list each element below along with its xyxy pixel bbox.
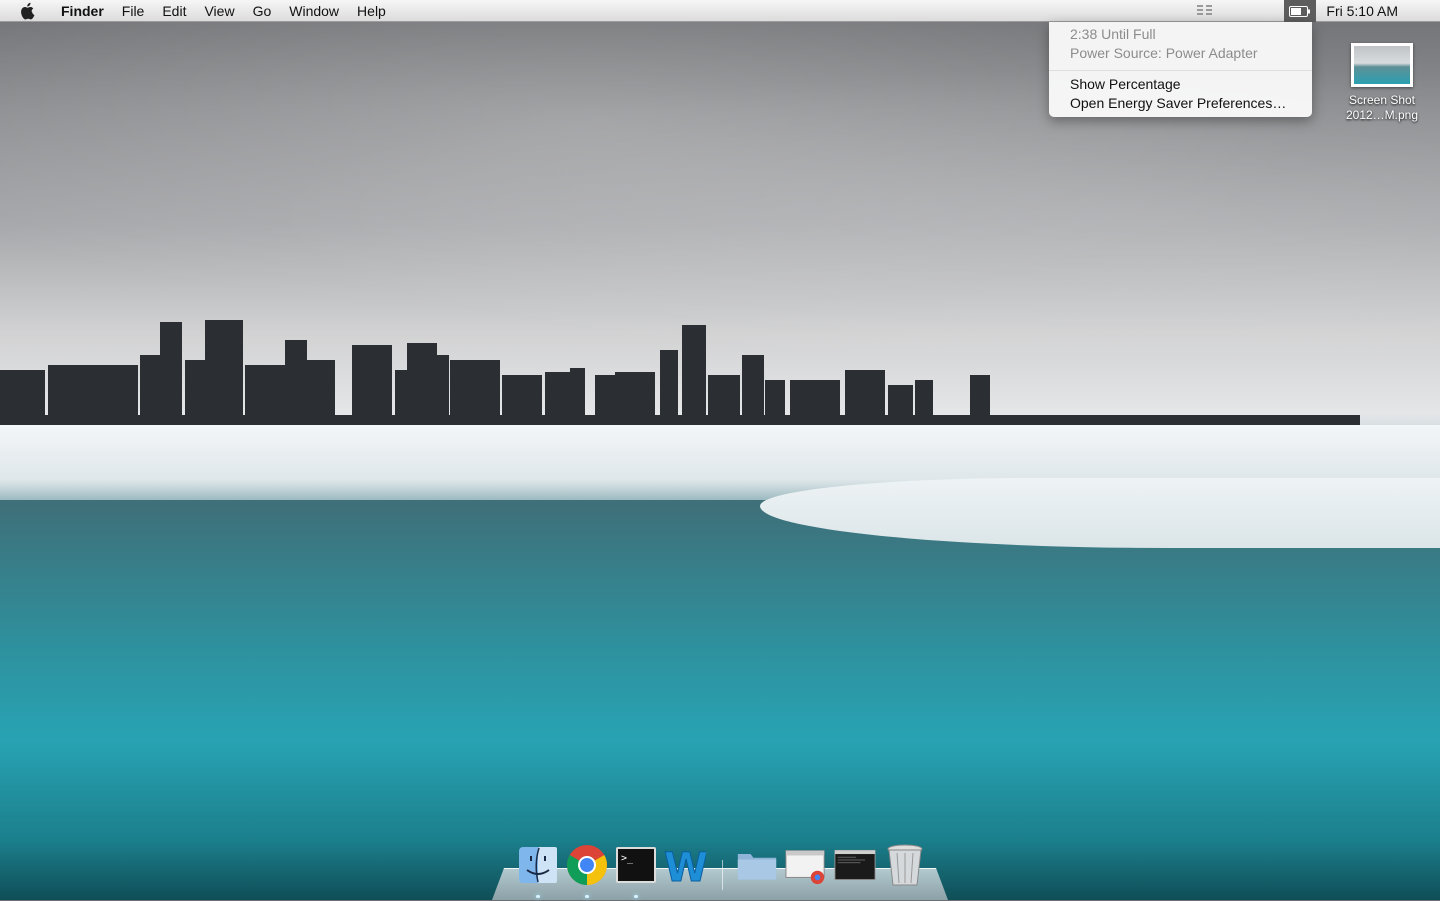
menu-extra-icon[interactable] bbox=[1196, 3, 1214, 19]
desktop-file-label-line2: 2012…M.png bbox=[1345, 108, 1419, 122]
desktop-wallpaper bbox=[0, 0, 1440, 900]
dock: >_ W bbox=[492, 838, 948, 900]
dock-separator bbox=[722, 860, 723, 890]
svg-text:>_: >_ bbox=[621, 853, 634, 864]
dock-shelf bbox=[492, 868, 948, 900]
menu-window[interactable]: Window bbox=[280, 0, 348, 22]
dock-running-indicator bbox=[585, 895, 589, 898]
menu-item-open-energy-saver[interactable]: Open Energy Saver Preferences… bbox=[1070, 95, 1286, 111]
desktop-file-label: Screen Shot 2012…M.png bbox=[1334, 93, 1430, 123]
battery-menu-icon[interactable] bbox=[1284, 0, 1317, 22]
wallpaper-skyline bbox=[0, 320, 1360, 430]
menu-view[interactable]: View bbox=[195, 0, 243, 22]
battery-dropdown-menu: 2:38 Until Full Power Source: Power Adap… bbox=[1049, 22, 1312, 117]
terminal-icon[interactable]: >_ bbox=[615, 844, 657, 886]
folder-stack-icon[interactable] bbox=[736, 844, 778, 886]
image-file-thumbnail-icon bbox=[1351, 43, 1413, 87]
word-icon[interactable]: W bbox=[664, 844, 706, 886]
desktop-file-label-line1: Screen Shot bbox=[1348, 93, 1416, 107]
trash-icon[interactable] bbox=[884, 844, 926, 886]
finder-icon[interactable] bbox=[517, 844, 559, 886]
menu-help[interactable]: Help bbox=[348, 0, 395, 22]
menubar-status-area: Fri 5:10 AM bbox=[1284, 0, 1440, 22]
apple-menu-icon[interactable] bbox=[18, 2, 38, 20]
menu-go[interactable]: Go bbox=[244, 0, 281, 22]
dock-running-indicator bbox=[536, 895, 540, 898]
menu-bar: Finder File Edit View Go Window Help Fri… bbox=[0, 0, 1440, 22]
menubar-clock[interactable]: Fri 5:10 AM bbox=[1326, 3, 1440, 19]
dock-running-indicator bbox=[634, 895, 638, 898]
minimized-chrome-window-icon[interactable] bbox=[785, 844, 827, 886]
desktop-file-screenshot[interactable]: Screen Shot 2012…M.png bbox=[1334, 40, 1430, 123]
svg-text:W: W bbox=[664, 845, 706, 885]
battery-status-time: 2:38 Until Full bbox=[1070, 26, 1156, 42]
menu-edit[interactable]: Edit bbox=[153, 0, 195, 22]
menu-separator bbox=[1049, 70, 1312, 71]
minimized-terminal-window-icon[interactable] bbox=[834, 844, 876, 886]
battery-power-source: Power Source: Power Adapter bbox=[1070, 45, 1258, 61]
menu-item-show-percentage[interactable]: Show Percentage bbox=[1070, 76, 1181, 92]
chrome-icon[interactable] bbox=[566, 844, 608, 886]
menu-app-finder[interactable]: Finder bbox=[52, 0, 113, 22]
menu-file[interactable]: File bbox=[113, 0, 154, 22]
